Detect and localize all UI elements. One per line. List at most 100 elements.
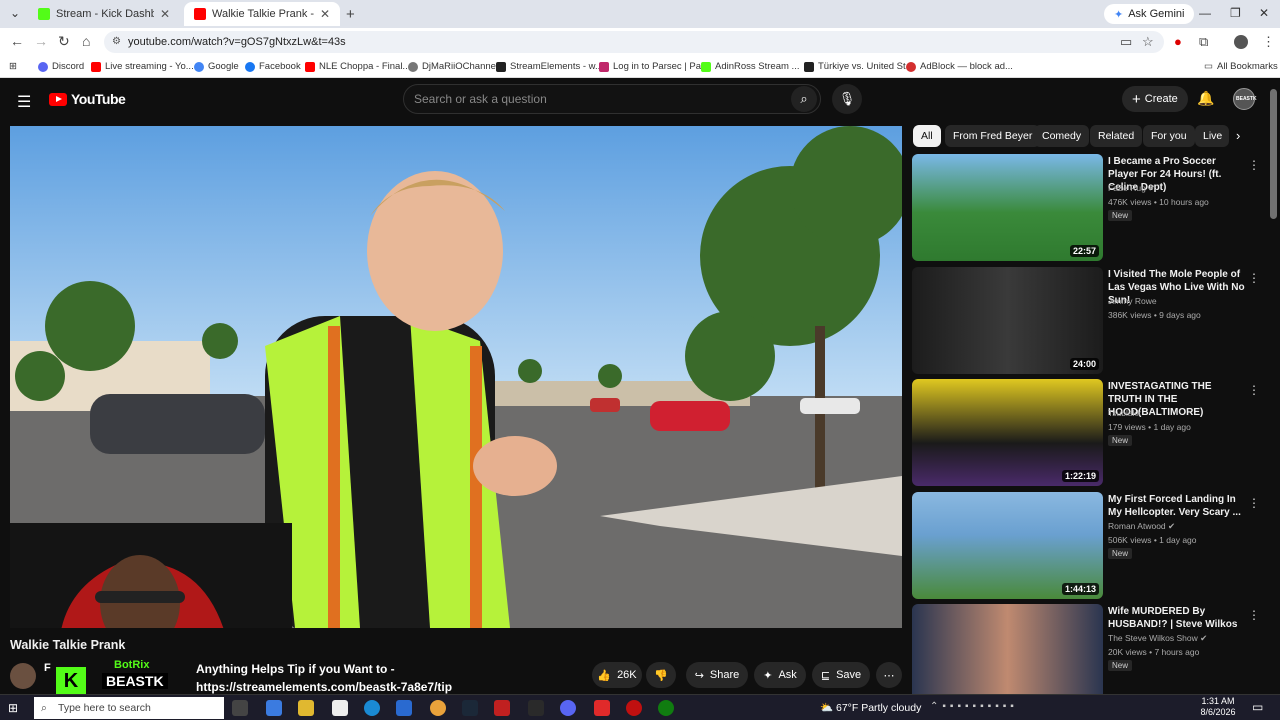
bookmark-star-icon[interactable]: ☆ — [1142, 34, 1154, 50]
youtube-logo[interactable]: YouTube — [49, 91, 126, 107]
video-thumbnail[interactable]: 1:44:13 — [912, 492, 1103, 599]
adblock-extension-icon[interactable]: ● — [1174, 34, 1182, 49]
microphone-icon[interactable]: 🎙 — [832, 84, 862, 114]
all-bookmarks[interactable]: ▭ All Bookmarks — [1204, 61, 1278, 72]
rec-channel[interactable]: Tsublakk — [1108, 408, 1141, 418]
video-thumbnail[interactable] — [912, 604, 1103, 694]
vpn-icon[interactable] — [594, 700, 610, 716]
channel-name[interactable]: F — [44, 662, 51, 674]
obs-icon[interactable] — [494, 700, 510, 716]
hamburger-menu-icon[interactable]: ☰ — [17, 92, 31, 112]
rec-title[interactable]: My First Forced Landing In My Hellcopter… — [1108, 493, 1248, 519]
back-icon[interactable]: ← — [10, 33, 24, 49]
rec-video[interactable]: 1:44:13 My First Forced Landing In My He… — [912, 492, 1262, 600]
video-player[interactable] — [10, 126, 902, 628]
kebab-menu-icon[interactable]: ⋮ — [1248, 158, 1260, 172]
app-icon[interactable] — [626, 700, 642, 716]
chip-comedy[interactable]: Comedy — [1034, 125, 1090, 147]
video-thumbnail[interactable]: 24:00 — [912, 267, 1103, 374]
rec-video[interactable]: 24:00 I Visited The Mole People of Las V… — [912, 267, 1262, 375]
address-bar[interactable]: ⚙ youtube.com/watch?v=gOS7gNtxzLw&t=43s — [104, 31, 1164, 53]
copilot-icon[interactable] — [266, 700, 282, 716]
taskbar-clock[interactable]: 1:31 AM 8/6/2026 — [1196, 696, 1240, 718]
bookmark-nle-choppa[interactable]: NLE Choppa - Final... — [305, 61, 410, 72]
close-tab-icon[interactable]: ✕ — [320, 7, 330, 21]
reload-icon[interactable]: ↻ — [58, 33, 70, 50]
tab-search-icon[interactable]: ⌄ — [10, 6, 20, 20]
minimize-icon[interactable]: — — [1199, 6, 1211, 20]
home-icon[interactable]: ⌂ — [82, 33, 90, 49]
site-info-icon[interactable]: ⚙ — [112, 31, 121, 53]
extensions-icon[interactable]: ⧉ — [1199, 34, 1208, 50]
restore-icon[interactable]: ❐ — [1230, 6, 1241, 20]
bookmark-djmarii[interactable]: DjMaRiiOChannel — [408, 61, 498, 72]
notifications-icon[interactable]: ▭ — [1252, 700, 1263, 714]
chevron-right-icon[interactable]: › — [1236, 128, 1240, 143]
file-explorer-icon[interactable] — [298, 700, 314, 716]
bookmark-discord[interactable]: Discord — [38, 61, 84, 72]
start-menu-icon[interactable]: ⊞ — [8, 701, 18, 715]
close-tab-icon[interactable]: ✕ — [160, 7, 170, 21]
ask-button[interactable]: ✦ Ask — [754, 662, 806, 688]
mail-icon[interactable] — [396, 700, 412, 716]
save-button[interactable]: ⊑ Save — [812, 662, 870, 688]
rec-video[interactable]: 22:57 I Became a Pro Soccer Player For 2… — [912, 154, 1262, 262]
bookmark-turkiye[interactable]: Türkiye vs. United St... — [804, 61, 914, 72]
nvidia-icon[interactable] — [528, 700, 544, 716]
rec-title[interactable]: Wife MURDERED By HUSBAND!? | Steve Wilko… — [1108, 605, 1248, 631]
xbox-icon[interactable] — [658, 700, 674, 716]
rec-channel[interactable]: The Steve Wilkos Show ✔ — [1108, 633, 1207, 644]
chip-for-you[interactable]: For you — [1143, 125, 1195, 147]
kebab-menu-icon[interactable]: ⋮ — [1248, 608, 1260, 622]
bookmark-streamelements[interactable]: StreamElements - w... — [496, 61, 603, 72]
new-tab-button[interactable]: + — [346, 6, 355, 23]
edge-icon[interactable] — [364, 700, 380, 716]
bookmark-adblock[interactable]: AdBlock — block ad... — [906, 61, 1013, 72]
apps-icon[interactable]: ⊞ — [9, 61, 17, 72]
system-tray-icons[interactable]: ⌃▪▪▪▪▪▪▪▪▪▪ — [930, 701, 1018, 712]
channel-avatar[interactable] — [10, 663, 36, 689]
notifications-bell-icon[interactable]: 🔔 — [1197, 90, 1214, 107]
task-view-icon[interactable] — [232, 700, 248, 716]
forward-icon[interactable]: → — [34, 33, 48, 49]
taskbar-search[interactable]: ⌕ Type here to search — [34, 697, 224, 719]
bookmark-live-streaming[interactable]: Live streaming - Yo... — [91, 61, 194, 72]
search-icon[interactable]: ⌕ — [791, 86, 817, 112]
rec-channel[interactable]: FaZe Rug ✔ — [1108, 183, 1155, 194]
chip-live[interactable]: Live — [1195, 125, 1229, 147]
ask-gemini-button[interactable]: ✦ Ask Gemini — [1104, 4, 1195, 24]
weather-widget[interactable]: ⛅ 67°F Partly cloudy — [820, 701, 921, 714]
video-thumbnail[interactable]: 1:22:19 — [912, 379, 1103, 486]
kebab-menu-icon[interactable]: ⋮ — [1248, 496, 1260, 510]
video-thumbnail[interactable]: 22:57 — [912, 154, 1103, 261]
rec-video[interactable]: Wife MURDERED By HUSBAND!? | Steve Wilko… — [912, 604, 1262, 694]
create-button[interactable]: + Create — [1122, 86, 1188, 112]
cast-icon[interactable]: ▭ — [1120, 34, 1132, 50]
tab-youtube[interactable]: Walkie Talkie Prank - YouTube ✕ — [184, 2, 340, 26]
rec-channel[interactable]: Roman Atwood ✔ — [1108, 521, 1175, 532]
close-window-icon[interactable]: ✕ — [1259, 6, 1269, 20]
bookmark-google[interactable]: Google — [194, 61, 239, 72]
kebab-menu-icon[interactable]: ⋮ — [1248, 271, 1260, 285]
page-scrollbar[interactable] — [1270, 89, 1277, 219]
like-button[interactable]: 👍 26K — [592, 662, 642, 688]
tab-kick-dashboard[interactable]: Stream - Kick Dashboard ✕ — [28, 2, 180, 26]
bookmark-facebook[interactable]: Facebook — [245, 61, 301, 72]
chip-from-fred-beyer[interactable]: From Fred Beyer — [945, 125, 1041, 147]
store-icon[interactable] — [332, 700, 348, 716]
dislike-button[interactable]: 👎 — [646, 662, 676, 688]
rec-video[interactable]: 1:22:19 INVESTAGATING THE TRUTH IN THE H… — [912, 379, 1262, 487]
chip-all[interactable]: All — [913, 125, 941, 147]
share-button[interactable]: ↪ Share — [686, 662, 748, 688]
more-menu-icon[interactable]: ⋮ — [1262, 34, 1275, 50]
chrome-icon[interactable] — [430, 700, 446, 716]
rec-channel[interactable]: Jimmy Rowe — [1108, 296, 1157, 306]
chip-related[interactable]: Related — [1090, 125, 1143, 147]
more-actions-icon[interactable]: ⋯ — [876, 662, 902, 688]
profile-icon[interactable] — [1234, 35, 1248, 49]
account-avatar[interactable]: BEASTK — [1233, 88, 1257, 110]
discord-icon[interactable] — [560, 700, 576, 716]
kebab-menu-icon[interactable]: ⋮ — [1248, 383, 1260, 397]
bookmark-parsec[interactable]: Log in to Parsec | Pa... — [599, 61, 709, 72]
bookmark-adinross[interactable]: AdinRoss Stream ... — [701, 61, 799, 72]
